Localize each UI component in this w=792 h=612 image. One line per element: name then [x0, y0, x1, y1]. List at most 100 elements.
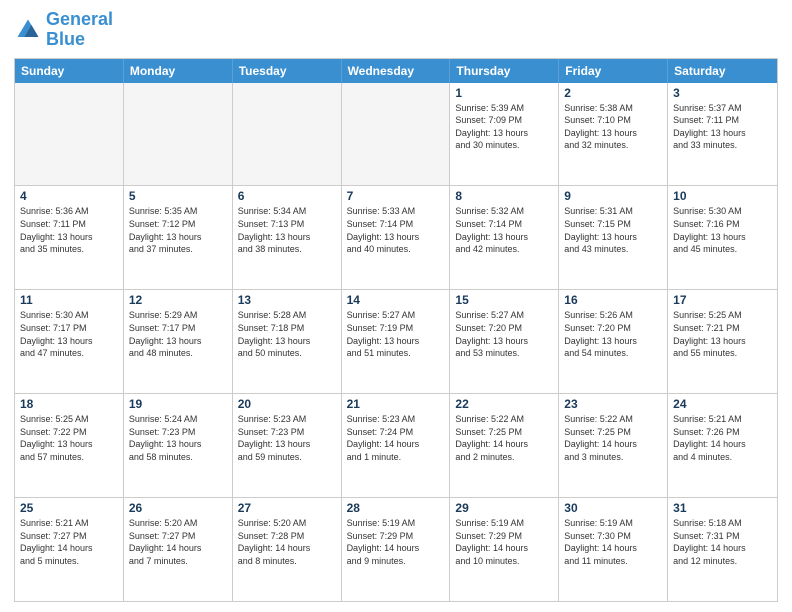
calendar-row-2: 4Sunrise: 5:36 AM Sunset: 7:11 PM Daylig… — [15, 185, 777, 289]
day-number: 2 — [564, 86, 662, 100]
calendar-row-1: 1 Sunrise: 5:39 AM Sunset: 7:09 PM Daylig… — [15, 83, 777, 186]
day-info: Sunrise: 5:26 AM Sunset: 7:20 PM Dayligh… — [564, 309, 662, 359]
day-number: 12 — [129, 293, 227, 307]
day-cell-22: 22Sunrise: 5:22 AM Sunset: 7:25 PM Dayli… — [450, 394, 559, 497]
day-info: Sunrise: 5:31 AM Sunset: 7:15 PM Dayligh… — [564, 205, 662, 255]
day-cell-24: 24 Sunrise: 5:21 AM Sunset: 7:26 PM Dayli… — [668, 394, 777, 497]
day-header-friday: Friday — [559, 59, 668, 83]
day-number: 7 — [347, 189, 445, 203]
day-cell-7: 7 Sunrise: 5:33 AM Sunset: 7:14 PM Daylig… — [342, 186, 451, 289]
logo: General Blue — [14, 10, 113, 50]
day-info: Sunrise: 5:19 AM Sunset: 7:29 PM Dayligh… — [347, 517, 445, 567]
day-header-sunday: Sunday — [15, 59, 124, 83]
day-cell-28: 28 Sunrise: 5:19 AM Sunset: 7:29 PM Dayli… — [342, 498, 451, 601]
day-cell-21: 21Sunrise: 5:23 AM Sunset: 7:24 PM Dayli… — [342, 394, 451, 497]
day-info: Sunrise: 5:21 AM Sunset: 7:26 PM Dayligh… — [673, 413, 772, 463]
day-number: 30 — [564, 501, 662, 515]
day-cell-2: 2 Sunrise: 5:38 AM Sunset: 7:10 PM Daylig… — [559, 83, 668, 186]
day-cell-26: 26 Sunrise: 5:20 AM Sunset: 7:27 PM Dayli… — [124, 498, 233, 601]
day-info: Sunrise: 5:39 AM Sunset: 7:09 PM Dayligh… — [455, 102, 553, 152]
day-info: Sunrise: 5:27 AM Sunset: 7:19 PM Dayligh… — [347, 309, 445, 359]
day-number: 1 — [455, 86, 553, 100]
calendar-row-5: 25 Sunrise: 5:21 AM Sunset: 7:27 PM Dayli… — [15, 497, 777, 601]
day-info: Sunrise: 5:25 AM Sunset: 7:22 PM Dayligh… — [20, 413, 118, 463]
day-info: Sunrise: 5:35 AM Sunset: 7:12 PM Dayligh… — [129, 205, 227, 255]
day-number: 19 — [129, 397, 227, 411]
day-info: Sunrise: 5:37 AM Sunset: 7:11 PM Dayligh… — [673, 102, 772, 152]
day-cell-6: 6 Sunrise: 5:34 AM Sunset: 7:13 PM Daylig… — [233, 186, 342, 289]
day-cell-16: 16 Sunrise: 5:26 AM Sunset: 7:20 PM Dayli… — [559, 290, 668, 393]
day-cell-9: 9 Sunrise: 5:31 AM Sunset: 7:15 PM Daylig… — [559, 186, 668, 289]
day-cell-empty — [342, 83, 451, 186]
day-number: 31 — [673, 501, 772, 515]
day-info: Sunrise: 5:34 AM Sunset: 7:13 PM Dayligh… — [238, 205, 336, 255]
day-number: 24 — [673, 397, 772, 411]
day-cell-3: 3 Sunrise: 5:37 AM Sunset: 7:11 PM Daylig… — [668, 83, 777, 186]
day-number: 17 — [673, 293, 772, 307]
day-number: 16 — [564, 293, 662, 307]
day-number: 28 — [347, 501, 445, 515]
day-number: 10 — [673, 189, 772, 203]
day-header-wednesday: Wednesday — [342, 59, 451, 83]
day-cell-29: 29 Sunrise: 5:19 AM Sunset: 7:29 PM Dayli… — [450, 498, 559, 601]
day-cell-17: 17 Sunrise: 5:25 AM Sunset: 7:21 PM Dayli… — [668, 290, 777, 393]
day-cell-12: 12Sunrise: 5:29 AM Sunset: 7:17 PM Dayli… — [124, 290, 233, 393]
day-header-saturday: Saturday — [668, 59, 777, 83]
day-info: Sunrise: 5:30 AM Sunset: 7:17 PM Dayligh… — [20, 309, 118, 359]
day-info: Sunrise: 5:23 AM Sunset: 7:24 PM Dayligh… — [347, 413, 445, 463]
day-number: 5 — [129, 189, 227, 203]
day-cell-11: 11 Sunrise: 5:30 AM Sunset: 7:17 PM Dayli… — [15, 290, 124, 393]
day-cell-5: 5 Sunrise: 5:35 AM Sunset: 7:12 PM Daylig… — [124, 186, 233, 289]
day-number: 26 — [129, 501, 227, 515]
day-cell-13: 13 Sunrise: 5:28 AM Sunset: 7:18 PM Dayli… — [233, 290, 342, 393]
day-cell-27: 27 Sunrise: 5:20 AM Sunset: 7:28 PM Dayli… — [233, 498, 342, 601]
main-container: General Blue SundayMondayTuesdayWednesda… — [0, 0, 792, 612]
day-info: Sunrise: 5:21 AM Sunset: 7:27 PM Dayligh… — [20, 517, 118, 567]
day-info: Sunrise: 5:24 AM Sunset: 7:23 PM Dayligh… — [129, 413, 227, 463]
calendar: SundayMondayTuesdayWednesdayThursdayFrid… — [14, 58, 778, 602]
day-number: 18 — [20, 397, 118, 411]
day-info: Sunrise: 5:33 AM Sunset: 7:14 PM Dayligh… — [347, 205, 445, 255]
day-cell-empty — [233, 83, 342, 186]
day-info: Sunrise: 5:36 AM Sunset: 7:11 PM Dayligh… — [20, 205, 118, 255]
calendar-row-4: 18 Sunrise: 5:25 AM Sunset: 7:22 PM Dayli… — [15, 393, 777, 497]
day-info: Sunrise: 5:27 AM Sunset: 7:20 PM Dayligh… — [455, 309, 553, 359]
day-info: Sunrise: 5:38 AM Sunset: 7:10 PM Dayligh… — [564, 102, 662, 152]
logo-icon — [14, 16, 42, 44]
day-number: 9 — [564, 189, 662, 203]
day-cell-19: 19 Sunrise: 5:24 AM Sunset: 7:23 PM Dayli… — [124, 394, 233, 497]
day-cell-empty — [15, 83, 124, 186]
day-cell-4: 4Sunrise: 5:36 AM Sunset: 7:11 PM Daylig… — [15, 186, 124, 289]
day-cell-1: 1 Sunrise: 5:39 AM Sunset: 7:09 PM Daylig… — [450, 83, 559, 186]
day-header-thursday: Thursday — [450, 59, 559, 83]
day-info: Sunrise: 5:22 AM Sunset: 7:25 PM Dayligh… — [564, 413, 662, 463]
day-cell-20: 20Sunrise: 5:23 AM Sunset: 7:23 PM Dayli… — [233, 394, 342, 497]
day-number: 20 — [238, 397, 336, 411]
day-number: 6 — [238, 189, 336, 203]
day-info: Sunrise: 5:20 AM Sunset: 7:28 PM Dayligh… — [238, 517, 336, 567]
day-info: Sunrise: 5:28 AM Sunset: 7:18 PM Dayligh… — [238, 309, 336, 359]
calendar-body: 1 Sunrise: 5:39 AM Sunset: 7:09 PM Daylig… — [15, 83, 777, 601]
day-cell-18: 18 Sunrise: 5:25 AM Sunset: 7:22 PM Dayli… — [15, 394, 124, 497]
day-cell-15: 15 Sunrise: 5:27 AM Sunset: 7:20 PM Dayli… — [450, 290, 559, 393]
day-number: 13 — [238, 293, 336, 307]
day-number: 8 — [455, 189, 553, 203]
day-number: 29 — [455, 501, 553, 515]
day-info: Sunrise: 5:32 AM Sunset: 7:14 PM Dayligh… — [455, 205, 553, 255]
day-info: Sunrise: 5:30 AM Sunset: 7:16 PM Dayligh… — [673, 205, 772, 255]
day-cell-25: 25 Sunrise: 5:21 AM Sunset: 7:27 PM Dayli… — [15, 498, 124, 601]
logo-text: General Blue — [46, 10, 113, 50]
day-number: 11 — [20, 293, 118, 307]
day-info: Sunrise: 5:20 AM Sunset: 7:27 PM Dayligh… — [129, 517, 227, 567]
day-info: Sunrise: 5:18 AM Sunset: 7:31 PM Dayligh… — [673, 517, 772, 567]
day-info: Sunrise: 5:19 AM Sunset: 7:29 PM Dayligh… — [455, 517, 553, 567]
day-header-monday: Monday — [124, 59, 233, 83]
day-number: 3 — [673, 86, 772, 100]
day-info: Sunrise: 5:25 AM Sunset: 7:21 PM Dayligh… — [673, 309, 772, 359]
day-number: 15 — [455, 293, 553, 307]
day-header-tuesday: Tuesday — [233, 59, 342, 83]
day-number: 25 — [20, 501, 118, 515]
day-number: 27 — [238, 501, 336, 515]
header: General Blue — [14, 10, 778, 50]
calendar-row-3: 11 Sunrise: 5:30 AM Sunset: 7:17 PM Dayli… — [15, 289, 777, 393]
